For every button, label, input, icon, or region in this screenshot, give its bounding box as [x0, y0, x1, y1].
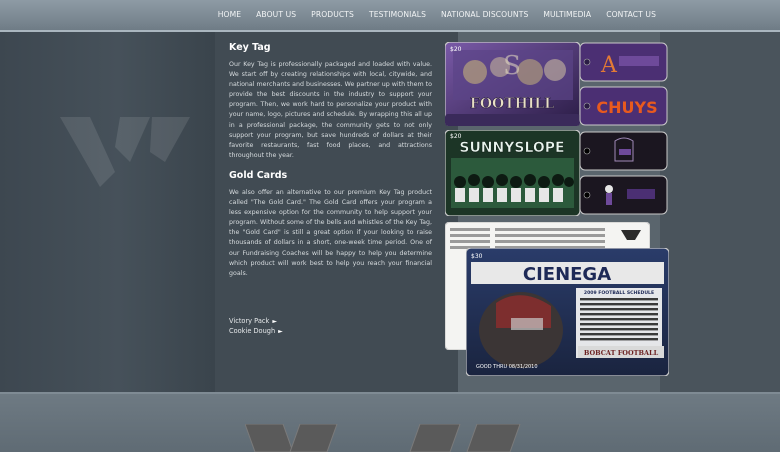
right-panel [660, 32, 780, 392]
watermark-logo [60, 117, 190, 187]
nav-multimedia[interactable]: MULTIMEDIA [543, 10, 591, 19]
nav-home[interactable]: HOME [218, 10, 241, 19]
main-nav: HOME ABOUT US PRODUCTS TESTIMONIALS NATI… [203, 10, 656, 19]
key-tag-chuys: CHUYS [579, 86, 668, 130]
tag-villa-image [579, 131, 668, 171]
nav-products[interactable]: PRODUCTS [311, 10, 354, 19]
foothill-card-image: S $20 FOOTHILL [444, 41, 581, 127]
card2-team-name: SUNNYSLOPE [459, 140, 564, 156]
card3-team-name: CIENEGA [523, 264, 611, 285]
footer-logo-icon [245, 424, 521, 452]
arrow-right-icon: ► [278, 328, 283, 335]
key-tag-text: Our Key Tag is professionally packaged a… [229, 61, 432, 159]
nav-contact-us[interactable]: CONTACT US [606, 10, 656, 19]
sunnyslope-card-image: $20 SUNNYSLOPE [444, 129, 581, 217]
key-tag-good [579, 175, 668, 219]
victory-pack-label: Victory Pack [229, 317, 270, 325]
key-tag-a: A [579, 42, 668, 86]
top-nav-bar: HOME ABOUT US PRODUCTS TESTIMONIALS NATI… [0, 0, 780, 32]
key-tag-card-sunnyslope: $20 SUNNYSLOPE [444, 129, 581, 220]
key-tag-card-foothill: S $20 FOOTHILL [444, 41, 581, 130]
card3-price: $30 [471, 253, 483, 260]
nav-testimonials[interactable]: TESTIMONIALS [369, 10, 426, 19]
tag-a-image: A [579, 42, 668, 82]
footer-bar [0, 392, 780, 452]
card1-team-name: FOOTHILL [470, 96, 554, 112]
card2-price: $20 [450, 133, 462, 140]
card3-valid-date: GOOD THRU 08/31/2010 [476, 364, 538, 370]
gold-cards-heading: Gold Cards [229, 170, 288, 181]
tag-chuys-image: CHUYS [579, 86, 668, 126]
key-tag-villa [579, 131, 668, 175]
tag-good-image [579, 175, 668, 215]
card3-footer-text: BOBCAT FOOTBALL [584, 349, 659, 357]
cienega-card-image: $30 CIENEGA 2009 FOOTBALL SCHEDULE BOBCA… [465, 247, 670, 377]
cookie-dough-label: Cookie Dough [229, 327, 276, 335]
card3-schedule-title: 2009 FOOTBALL SCHEDULE [584, 290, 654, 296]
cookie-dough-link[interactable]: Cookie Dough ► [229, 327, 283, 335]
svg-text:S: S [503, 51, 521, 81]
left-decorative-panel [0, 32, 215, 392]
arrow-right-icon: ► [272, 318, 277, 325]
victory-pack-link[interactable]: Victory Pack ► [229, 317, 277, 325]
nav-national-discounts[interactable]: NATIONAL DISCOUNTS [441, 10, 528, 19]
gold-cards-text: We also offer an alternative to our prem… [229, 189, 432, 277]
tag-a-letter: A [600, 53, 618, 78]
nav-about-us[interactable]: ABOUT US [256, 10, 296, 19]
tag-chuys-label: CHUYS [596, 98, 657, 117]
gold-card-cienega: $30 CIENEGA 2009 FOOTBALL SCHEDULE BOBCA… [465, 247, 670, 380]
key-tag-heading: Key Tag [229, 42, 271, 53]
card1-price: $20 [450, 46, 462, 53]
